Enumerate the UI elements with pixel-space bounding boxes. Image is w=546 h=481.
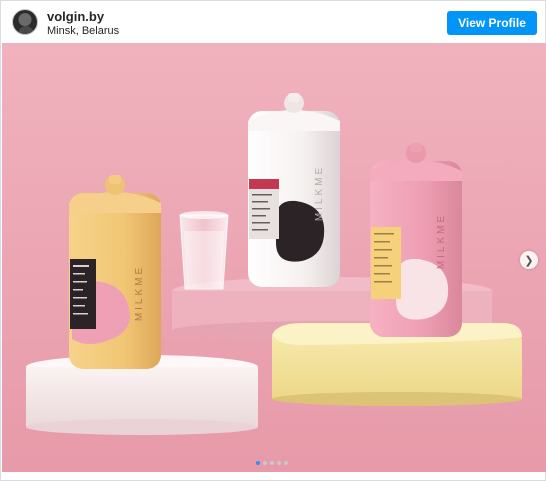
post-photo[interactable]: MILKME MILKME MILKME <box>2 43 546 472</box>
white-bottle-brand: MILKME <box>314 165 325 221</box>
carousel-dot-5 <box>284 461 288 465</box>
post-header: volgin.by Minsk, Belarus View Profile <box>1 1 545 43</box>
carousel-dot-3 <box>270 461 274 465</box>
product-photo-illustration: MILKME MILKME MILKME <box>2 43 546 472</box>
pink-bottle-brand: MILKME <box>436 213 447 269</box>
username[interactable]: volgin.by <box>47 9 119 24</box>
instagram-embed: volgin.by Minsk, Belarus View Profile MI… <box>0 0 546 481</box>
carousel-dot-1 <box>256 461 260 465</box>
view-profile-button[interactable]: View Profile <box>447 11 537 35</box>
account-info: volgin.by Minsk, Belarus <box>47 9 119 38</box>
carousel-dot-4 <box>277 461 281 465</box>
avatar[interactable] <box>12 9 38 35</box>
carousel-dot-2 <box>263 461 267 465</box>
location[interactable]: Minsk, Belarus <box>47 24 119 38</box>
next-slide-button[interactable]: ❯ <box>520 251 538 269</box>
chevron-right-icon: ❯ <box>524 254 534 267</box>
carousel-indicator <box>256 461 288 465</box>
yellow-bottle-brand: MILKME <box>134 265 145 321</box>
